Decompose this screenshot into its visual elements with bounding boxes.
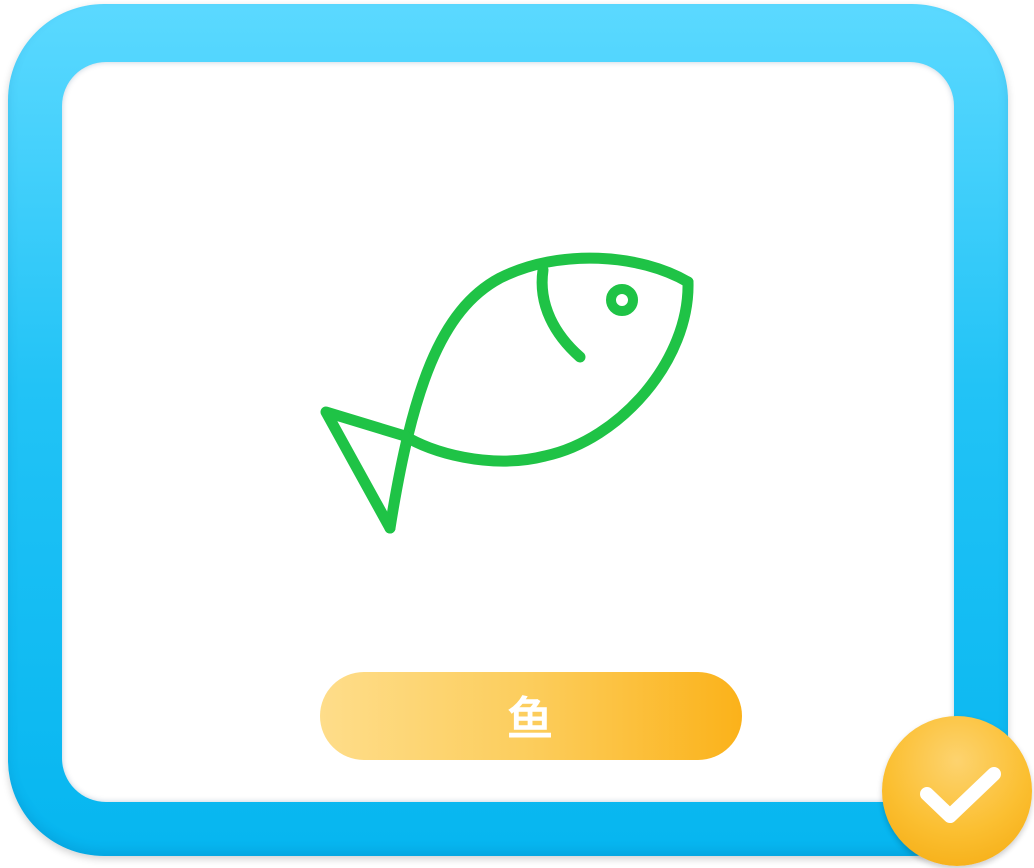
word-label-text: 鱼 <box>507 692 555 746</box>
fish-gill <box>536 264 586 363</box>
word-label-button[interactable]: 鱼 <box>320 672 742 760</box>
fish-icon <box>320 252 694 534</box>
selected-badge[interactable] <box>882 716 1032 866</box>
checkmark-icon <box>920 767 1001 823</box>
fish-eye <box>606 284 638 316</box>
